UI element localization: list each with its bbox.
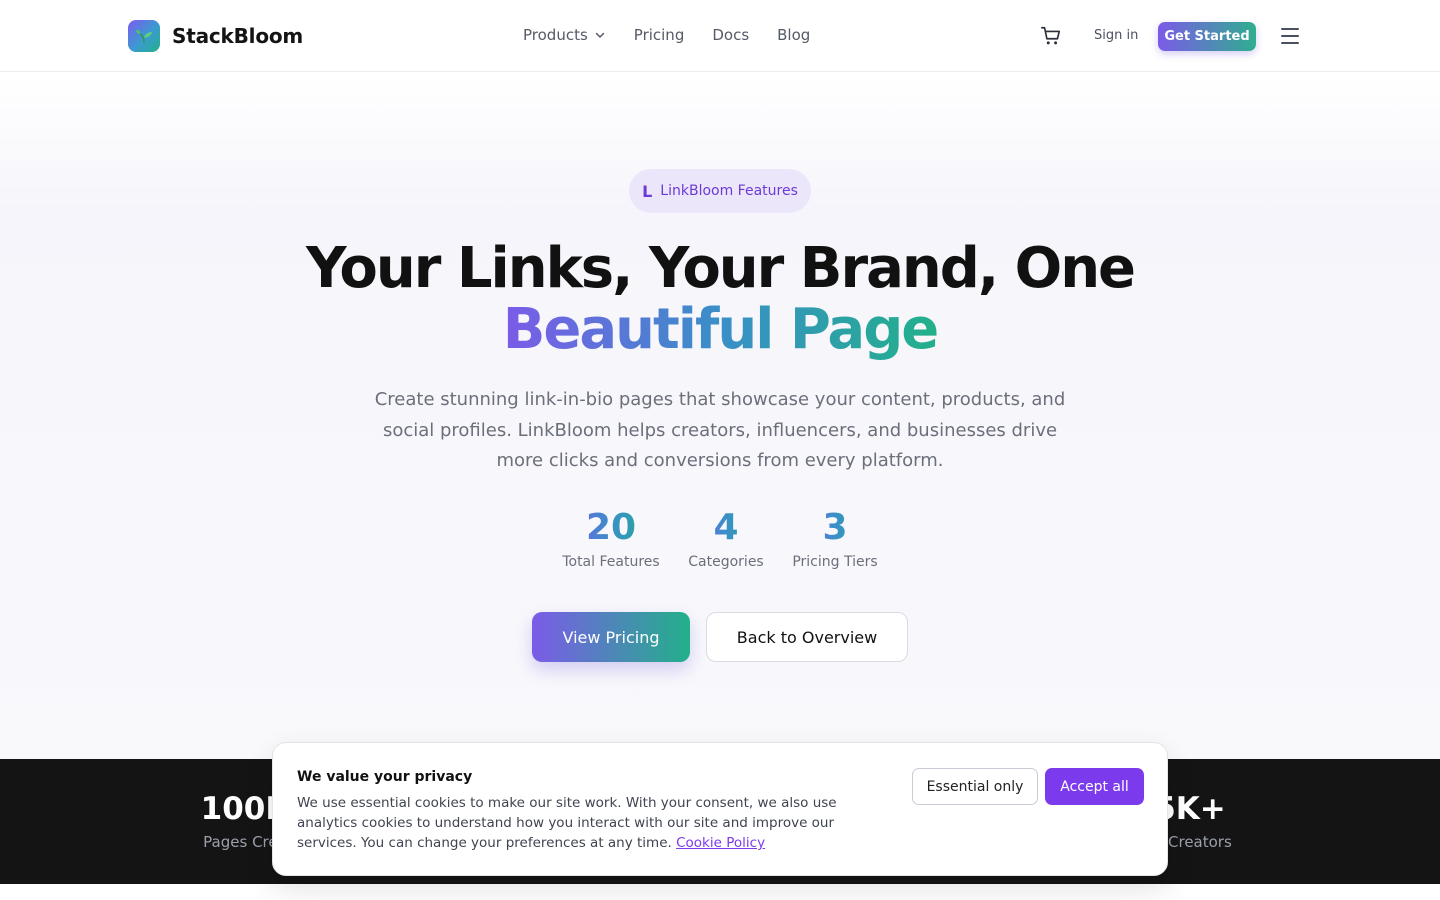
menu-item-label: Pricing: [633, 26, 685, 44]
menu-item-blog[interactable]: Blog: [777, 26, 810, 44]
hero-title-highlight: Beautiful Page: [502, 297, 940, 362]
sprout-icon: [128, 20, 160, 52]
feature-badge: L LinkBloom Features: [629, 169, 811, 213]
brand[interactable]: StackBloom: [128, 20, 303, 52]
stat-value: 3: [792, 506, 878, 550]
essential-only-button[interactable]: Essential only: [912, 768, 1038, 805]
stat-value: 4: [686, 506, 766, 550]
stat-total-features: 20 Total Features: [561, 506, 661, 570]
stat-pricing-tiers: 3 Pricing Tiers: [792, 506, 878, 570]
stat-label: Total Features: [562, 554, 660, 570]
view-pricing-button[interactable]: View Pricing: [532, 612, 690, 662]
badge-letter-icon: L: [642, 181, 653, 201]
back-to-overview-button[interactable]: Back to Overview: [706, 612, 908, 662]
sign-in-link[interactable]: Sign in: [1094, 28, 1138, 43]
cart-icon[interactable]: [1040, 25, 1062, 47]
stat-label: Categories: [688, 554, 764, 570]
menu-item-products[interactable]: Products: [523, 26, 606, 44]
cookie-policy-link[interactable]: Cookie Policy: [676, 835, 765, 851]
stat-categories: 4 Categories: [686, 506, 766, 570]
cookie-title: We value your privacy: [297, 769, 473, 785]
cookie-text: We use essential cookies to make our sit…: [297, 793, 887, 853]
menu-item-pricing[interactable]: Pricing: [634, 26, 685, 44]
menu-item-label: Blog: [777, 26, 811, 44]
hamburger-icon[interactable]: [1281, 28, 1299, 44]
hero-title-line-2: Beautiful Page: [0, 299, 1440, 361]
main-menu: Products Pricing Docs Blog: [523, 26, 810, 44]
stat-value: 20: [561, 506, 661, 550]
menu-item-label: Docs: [712, 26, 750, 44]
get-started-button[interactable]: Get Started: [1158, 22, 1256, 51]
chevron-down-icon: [595, 32, 605, 39]
stat-label: Pricing Tiers: [792, 554, 878, 570]
cookie-banner: We value your privacy We use essential c…: [272, 742, 1168, 876]
accept-all-button[interactable]: Accept all: [1045, 768, 1144, 805]
top-navbar: StackBloom Products Pricing Docs Blog Si…: [0, 0, 1440, 72]
hero-subtitle: Create stunning link-in-bio pages that s…: [374, 389, 1066, 471]
badge-label: LinkBloom Features: [660, 183, 798, 199]
brand-name: StackBloom: [172, 24, 304, 48]
menu-item-docs[interactable]: Docs: [712, 26, 749, 44]
hero-title-line-1: Your Links, Your Brand, One: [305, 236, 1136, 301]
page-bottom-strip: [0, 884, 1440, 900]
menu-item-label: Products: [523, 26, 588, 44]
